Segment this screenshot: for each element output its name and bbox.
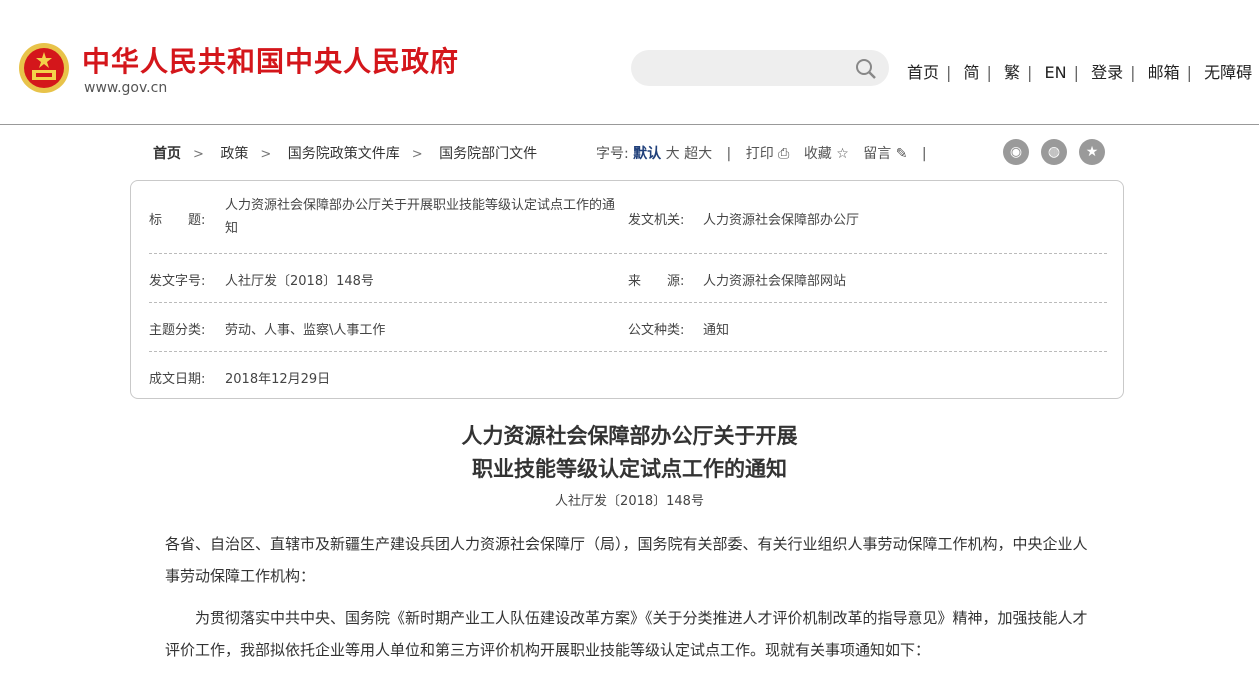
document-title-line2: 职业技能等级认定试点工作的通知	[472, 456, 787, 481]
search-box[interactable]	[631, 50, 889, 86]
divider	[149, 302, 1107, 303]
search-icon[interactable]	[855, 58, 877, 80]
star-icon[interactable]: ☆	[836, 146, 849, 162]
breadcrumb-policy[interactable]: 政策	[220, 146, 248, 162]
nav-accessibility[interactable]: 无障碍	[1204, 63, 1252, 82]
breadcrumb: 首页 > 政策 > 国务院政策文件库 > 国务院部门文件	[153, 143, 537, 163]
site-domain: www.gov.cn	[84, 80, 168, 96]
nav-simplified[interactable]: 简	[964, 63, 980, 82]
print-button[interactable]: 打印	[746, 146, 774, 162]
site-header: 中华人民共和国中央人民政府 www.gov.cn 首页 | 简 | 繁 | EN | 登…	[0, 0, 1259, 125]
nav-english[interactable]: EN	[1045, 63, 1067, 82]
font-xlarge-button[interactable]: 超大	[684, 146, 712, 162]
nav-separator: |	[1027, 63, 1033, 82]
date-label: 成文日期:	[149, 372, 206, 387]
date-value: 2018年12月29日	[225, 372, 331, 387]
kind-value: 通知	[703, 323, 730, 338]
document-paragraph: 为贯彻落实中共中央、国务院《新时期产业工人队伍建设改革方案》《关于分类推进人才评…	[165, 609, 1088, 659]
nav-separator: |	[1186, 63, 1192, 82]
topic-value: 劳动、人事、监察\人事工作	[225, 323, 386, 338]
breadcrumb-department-docs[interactable]: 国务院部门文件	[439, 146, 537, 162]
comment-button[interactable]: 留言	[863, 146, 891, 162]
document-paragraph: 各省、自治区、直辖市及新疆生产建设兵团人力资源社会保障厅（局），国务院有关部委、…	[165, 535, 1088, 585]
nav-mail[interactable]: 邮箱	[1148, 63, 1180, 82]
national-emblem-icon[interactable]	[18, 42, 70, 94]
site-title[interactable]: 中华人民共和国中央人民政府	[82, 40, 459, 80]
divider	[149, 351, 1107, 352]
chevron-right-icon: >	[411, 147, 423, 162]
kind-label: 公文种类:	[628, 323, 685, 338]
nav-traditional[interactable]: 繁	[1004, 63, 1020, 82]
title-value: 人力资源社会保障部办公厅关于开展职业技能等级认定试点工作的通知	[225, 198, 616, 236]
font-default-button[interactable]: 默认	[633, 146, 661, 162]
topic-label: 主题分类:	[149, 323, 206, 338]
issuer-value: 人力资源社会保障部办公厅	[703, 213, 860, 228]
favorite-button[interactable]: 收藏	[804, 146, 832, 162]
document-number: 人社厅发〔2018〕148号	[555, 494, 704, 509]
page-tools: 字号: 默认 大 超大 | 打印 ⎙ 收藏 ☆ 留言 ✎ |	[596, 143, 927, 163]
nav-home[interactable]: 首页	[907, 63, 939, 82]
nav-separator: |	[946, 63, 952, 82]
issuer-label: 发文机关:	[628, 213, 685, 228]
breadcrumb-policy-library[interactable]: 国务院政策文件库	[288, 146, 400, 162]
docno-label: 发文字号:	[149, 274, 206, 289]
title-label: 标 题:	[149, 213, 206, 228]
nav-separator: |	[1073, 63, 1079, 82]
wechat-share-icon[interactable]: ◍	[1041, 139, 1067, 165]
favorite-star-icon[interactable]: ★	[1079, 139, 1105, 165]
source-label: 来 源:	[628, 274, 685, 289]
source-value: 人力资源社会保障部网站	[703, 274, 847, 289]
tools-separator: |	[921, 146, 927, 162]
nav-login[interactable]: 登录	[1091, 63, 1123, 82]
nav-separator: |	[1130, 63, 1136, 82]
pencil-icon[interactable]: ✎	[896, 146, 908, 162]
chevron-right-icon: >	[260, 147, 272, 162]
docno-value: 人社厅发〔2018〕148号	[225, 274, 374, 289]
weibo-share-icon[interactable]: ◉	[1003, 139, 1029, 165]
printer-icon[interactable]: ⎙	[778, 146, 789, 162]
nav-separator: |	[986, 63, 992, 82]
document-info-box: 标 题: 人力资源社会保障部办公厅关于开展职业技能等级认定试点工作的通知 发文机…	[130, 180, 1124, 399]
tools-separator: |	[726, 146, 732, 162]
font-size-label: 字号:	[596, 146, 629, 162]
chevron-right-icon: >	[193, 147, 204, 162]
document-title-line1: 人力资源社会保障部办公厅关于开展	[461, 423, 798, 448]
divider	[149, 253, 1107, 254]
breadcrumb-home[interactable]: 首页	[153, 146, 181, 162]
font-large-button[interactable]: 大	[666, 146, 680, 162]
top-nav: 首页 | 简 | 繁 | EN | 登录 | 邮箱 | 无障碍	[907, 59, 1252, 83]
